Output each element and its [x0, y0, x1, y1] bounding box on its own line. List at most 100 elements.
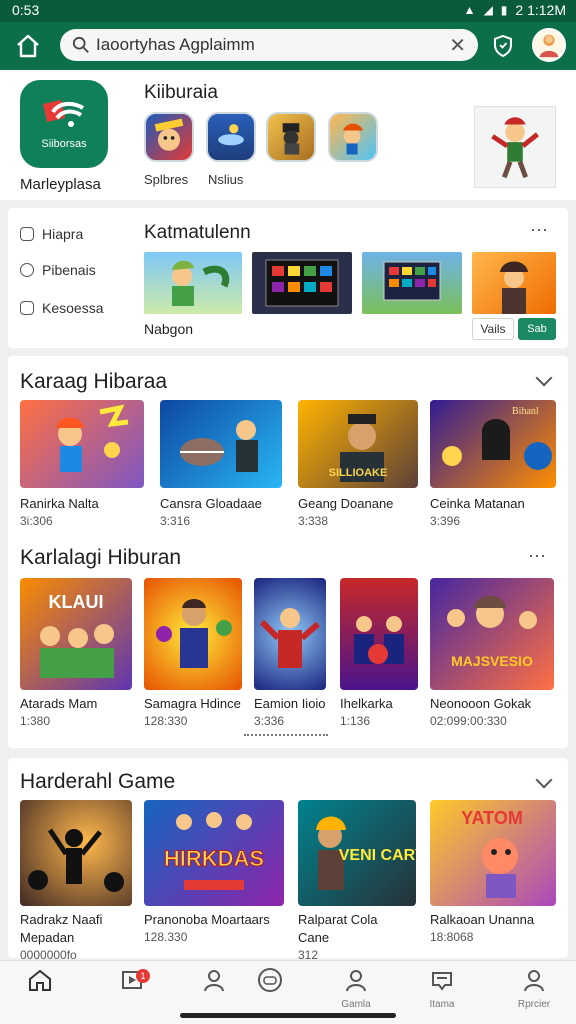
chevron-down-icon[interactable] [535, 369, 553, 387]
store-label: Marleyplasa [20, 176, 101, 193]
go-button[interactable]: Sab [518, 318, 556, 340]
promo-thumb-2[interactable] [252, 252, 352, 314]
game-art-title: HIRKDAS [164, 846, 264, 871]
game-name: Pranonoba Moartaars [144, 912, 270, 927]
game-meta: 3:336 [254, 714, 285, 728]
game-name: Ralkaoan Unanna [430, 912, 535, 927]
game-tile-2[interactable] [160, 400, 282, 488]
game-meta: 3:316 [160, 514, 191, 528]
game-art-title: SILLIOAKE [329, 467, 388, 479]
game-meta: 1:136 [340, 714, 371, 728]
game-tile-12[interactable]: VENI CARY [298, 800, 416, 906]
search-icon [72, 36, 89, 53]
promo-thumb-4[interactable] [472, 252, 556, 314]
person-icon [524, 970, 544, 992]
game-tile-5[interactable]: KLAUI [20, 578, 132, 690]
battery-icon: ▮ [500, 3, 508, 17]
games-card-2: Harderahl Game HIRKDAS VENI CARY YATOM R… [8, 758, 568, 962]
games-card: Karaag Hibaraa SILLIOAKE Bihanl Ranirka … [8, 356, 568, 748]
menu-icon [20, 301, 34, 315]
game-meta: 02:099:00:330 [430, 714, 507, 728]
wifi-icon: ▲ [463, 3, 476, 17]
game-name: Samagra Hdince [144, 696, 241, 711]
top-app-bar: ✕ [0, 22, 576, 70]
game-tile-13[interactable]: YATOM [430, 800, 556, 906]
more-icon[interactable]: ⋯ [530, 220, 549, 241]
promo-thumb-3[interactable] [362, 252, 462, 314]
game-name-line2: Cane [298, 930, 330, 945]
game-art-title: VENI CARY [339, 847, 416, 864]
menu-item-label: Hiapra [42, 226, 84, 242]
section-title-2: Karlalagi Hiburan [20, 546, 182, 569]
game-tile-10[interactable] [20, 800, 132, 906]
game-meta: 1:380 [20, 714, 51, 728]
app-label-1: Splbres [144, 172, 189, 187]
app-icon-1[interactable] [144, 112, 194, 162]
person-icon [346, 970, 366, 992]
app-icon-2[interactable] [206, 112, 256, 162]
promo-subtitle: Nabgon [144, 321, 194, 337]
nav-home[interactable] [16, 967, 64, 1017]
game-name: Radrakz Naafi [20, 912, 103, 927]
game-art-title: MAJSVESIO [451, 653, 533, 669]
featured-character[interactable] [474, 106, 556, 188]
game-name: Eamion Iioio [254, 696, 326, 711]
home-icon [29, 969, 51, 991]
status-bar: 0:53 ▲ ◢ ▮ 2 1:12M [0, 0, 576, 22]
game-tile-8[interactable] [340, 578, 418, 690]
logo-mark [39, 98, 89, 132]
nav-video[interactable]: 1 [108, 967, 156, 1017]
game-meta: 3:396 [430, 514, 461, 528]
game-name: Geang Doanane [298, 496, 394, 511]
game-meta: 3:338 [298, 514, 329, 528]
app-logo[interactable]: Siiborsas [20, 80, 108, 168]
menu-icon [20, 263, 34, 277]
app-icon-4[interactable] [328, 112, 378, 162]
more-icon[interactable]: ⋯ [528, 546, 547, 567]
game-tile-4[interactable]: Bihanl [430, 400, 556, 488]
menu-item-3[interactable]: Kesoessa [20, 300, 103, 316]
promo-title: Katmatulenn [144, 222, 251, 243]
app-icon-3[interactable] [266, 112, 316, 162]
chevron-down-icon[interactable] [535, 771, 553, 789]
game-tile-11[interactable]: HIRKDAS [144, 800, 284, 906]
game-tile-1[interactable] [20, 400, 144, 488]
search-bar[interactable]: ✕ [60, 29, 478, 61]
game-name: Ihelkarka [340, 696, 393, 711]
game-tile-7[interactable] [254, 578, 326, 690]
game-name: Ranirka Nalta [20, 496, 99, 511]
menu-item-2[interactable]: Pibenais [20, 262, 96, 278]
clear-icon[interactable]: ✕ [449, 33, 466, 58]
status-clock: 2 1:12M [515, 2, 566, 18]
nav-itama[interactable]: Itama [418, 967, 466, 1017]
system-home-indicator[interactable] [180, 1013, 396, 1018]
game-name: Atarads Mam [20, 696, 98, 711]
shield-icon[interactable] [492, 34, 514, 58]
game-name: Ceinka Matanan [430, 496, 525, 511]
nav-profile[interactable] [190, 967, 238, 1017]
nav-gamla[interactable]: Gamla [332, 967, 380, 1017]
nav-profile-2[interactable]: Rprcier [510, 967, 558, 1017]
menu-item-1[interactable]: Hiapra [20, 226, 83, 242]
game-tile-3[interactable]: SILLIOAKE [298, 400, 418, 488]
avatar[interactable] [532, 28, 566, 62]
view-button[interactable]: Vails [472, 318, 514, 340]
section-title-3: Harderahl Game [20, 770, 176, 793]
game-name: Cansra Gloadaae [160, 496, 262, 511]
search-input[interactable] [96, 35, 446, 55]
game-meta: 128:330 [144, 714, 188, 728]
nav-label: Itama [429, 999, 455, 1010]
game-name-line2: Mepadan [20, 930, 75, 945]
game-tile-6[interactable] [144, 578, 242, 690]
nav-label: Gamla [341, 999, 371, 1010]
promo-thumb-1[interactable] [144, 252, 242, 314]
game-art-title: Bihanl [512, 406, 539, 417]
game-name: Ralparat Cola [298, 912, 378, 927]
nav-games[interactable] [246, 967, 294, 1017]
home-icon[interactable] [14, 32, 42, 60]
promo-card: Hiapra Pibenais Kesoessa Katmatulenn ⋯ N… [8, 208, 568, 348]
game-meta: 3i:306 [20, 514, 53, 528]
game-tile-9[interactable]: MAJSVESIO [430, 578, 554, 690]
notification-badge: 1 [136, 969, 150, 983]
menu-item-label: Kesoessa [42, 300, 104, 316]
